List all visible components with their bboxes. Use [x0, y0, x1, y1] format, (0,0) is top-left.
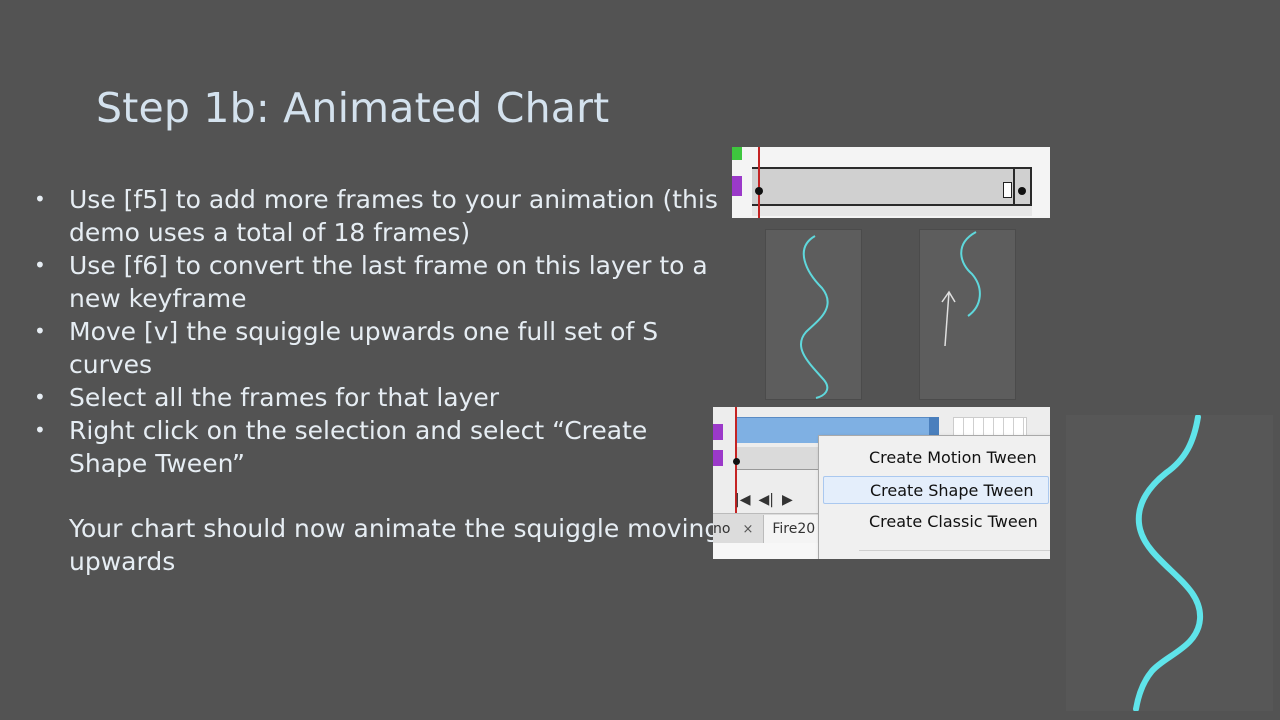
up-arrow-icon — [941, 290, 956, 347]
bullet-icon: • — [34, 319, 46, 343]
close-icon[interactable]: × — [742, 522, 753, 537]
menu-item-create-shape-tween[interactable]: Create Shape Tween — [823, 476, 1049, 504]
timeline-screenshot-keyframes — [732, 147, 1050, 218]
go-to-first-frame-icon[interactable]: |◀ — [735, 492, 750, 508]
instruction-text: Select all the frames for that layer — [69, 383, 500, 412]
instruction-item: • Select all the frames for that layer — [30, 381, 720, 414]
instruction-text: Move [v] the squiggle upwards one full s… — [69, 317, 659, 379]
timeline-context-menu-screenshot: |◀ ◀| ▶ no × Fire20 Create Motion Tween … — [713, 407, 1050, 559]
layer-color-tab — [732, 176, 742, 196]
instruction-text: Right click on the selection and select … — [69, 416, 648, 478]
instruction-text: Use [f6] to convert the last frame on th… — [69, 251, 708, 313]
step-back-icon[interactable]: ◀| — [758, 492, 773, 508]
playhead — [758, 147, 760, 218]
document-tab-partial[interactable]: no — [713, 521, 736, 537]
bullet-icon: • — [34, 385, 46, 409]
instruction-item: • Use [f5] to add more frames to your ani… — [30, 183, 720, 249]
frame-separator — [1013, 167, 1015, 204]
frame-span — [752, 167, 1032, 206]
start-keyframe — [755, 187, 763, 195]
squiggle-graphic — [941, 231, 981, 347]
document-tabs: no × Fire20 — [713, 513, 825, 544]
animated-squiggle-panel — [1066, 414, 1273, 712]
instruction-list: • Use [f5] to add more frames to your ani… — [30, 183, 720, 480]
frame-row — [735, 447, 825, 470]
bullet-icon: • — [34, 253, 46, 277]
bullet-icon: • — [34, 187, 46, 211]
frame-row — [752, 206, 1032, 216]
slide-title: Step 1b: Animated Chart — [96, 84, 610, 132]
layer-color-tab — [732, 147, 742, 160]
menu-item-create-motion-tween[interactable]: Create Motion Tween — [823, 444, 1049, 472]
layer-color-tab — [713, 450, 723, 466]
result-note: Your chart should now animate the squigg… — [69, 514, 721, 576]
instruction-text: Use [f5] to add more frames to your anim… — [69, 185, 718, 247]
keyframe — [733, 458, 740, 465]
end-keyframe — [1018, 187, 1026, 195]
instruction-item: • Use [f6] to convert the last frame on t… — [30, 249, 720, 315]
end-frame-marker — [1003, 182, 1012, 198]
layer-color-tab — [713, 424, 723, 440]
squiggle-start-panel — [765, 229, 862, 400]
instruction-item: • Move [v] the squiggle upwards one full … — [30, 315, 720, 381]
squiggle-graphic — [800, 235, 829, 399]
menu-item-create-classic-tween[interactable]: Create Classic Tween — [823, 508, 1049, 536]
play-icon[interactable]: ▶ — [782, 492, 793, 508]
instruction-item: • Right click on the selection and select… — [30, 414, 720, 480]
squiggle-moved-panel — [919, 229, 1016, 400]
squiggle-graphic — [1133, 414, 1204, 712]
bullet-icon: • — [34, 418, 46, 442]
menu-divider — [859, 550, 1050, 551]
document-tab[interactable]: Fire20 — [763, 515, 825, 543]
panel-footer — [713, 543, 825, 559]
context-menu: Create Motion Tween Create Shape Tween C… — [818, 435, 1050, 559]
